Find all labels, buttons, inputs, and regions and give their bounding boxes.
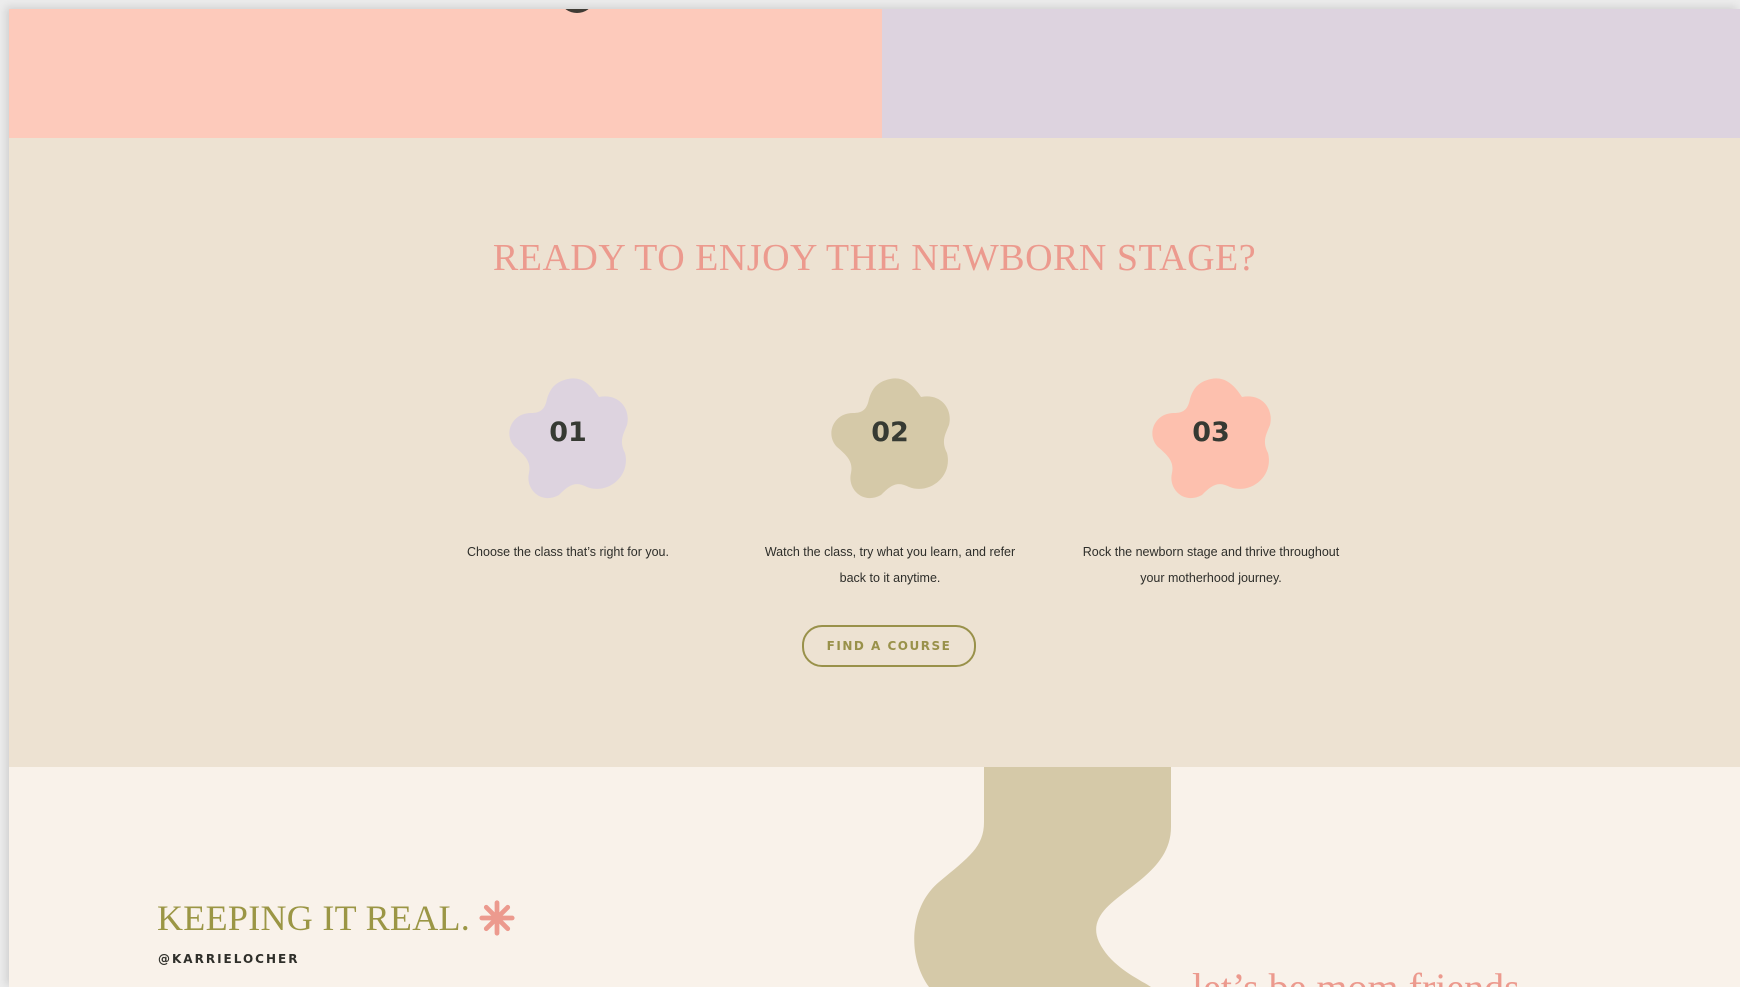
step-3: 03 Rock the newborn stage and thrive thr…: [1066, 369, 1356, 591]
section-title: KEEPING IT REAL.: [157, 898, 471, 938]
step-number: 02: [871, 417, 909, 448]
step-description: Rock the newborn stage and thrive throug…: [1082, 545, 1340, 585]
mom-friends-heading: let’s be mom friends: [1192, 964, 1520, 987]
step-description: Choose the class that’s right for you.: [467, 545, 669, 559]
flower-blob-icon: 01: [501, 369, 635, 503]
peach-image-panel: [9, 9, 882, 138]
asterisk-icon: [479, 900, 515, 936]
lavender-image-panel: [882, 9, 1740, 138]
step-description: Watch the class, try what you learn, and…: [764, 545, 1016, 585]
wave-shape: [914, 767, 1171, 987]
step-2: 02 Watch the class, try what you learn, …: [745, 369, 1035, 591]
step-number: 01: [549, 417, 587, 448]
page: READY TO ENJOY THE NEWBORN STAGE? 01 Cho…: [9, 9, 1740, 987]
hero-image-strip: [9, 9, 1740, 138]
flower-blob-icon: 03: [1144, 369, 1278, 503]
step-1: 01 Choose the class that’s right for you…: [423, 369, 713, 565]
step-number: 03: [1192, 417, 1230, 448]
section-headline: READY TO ENJOY THE NEWBORN STAGE?: [492, 237, 1257, 279]
instagram-handle-link[interactable]: @KARRIELOCHER: [158, 952, 299, 966]
how-it-works-section: READY TO ENJOY THE NEWBORN STAGE? 01 Cho…: [9, 138, 1740, 767]
flower-blob-icon: 02: [823, 369, 957, 503]
keeping-it-real-heading: KEEPING IT REAL.: [157, 897, 516, 939]
instagram-section: KEEPING IT REAL. @KARRIELOCHER let’s be …: [9, 767, 1740, 987]
find-a-course-button[interactable]: FIND A COURSE: [802, 625, 976, 667]
